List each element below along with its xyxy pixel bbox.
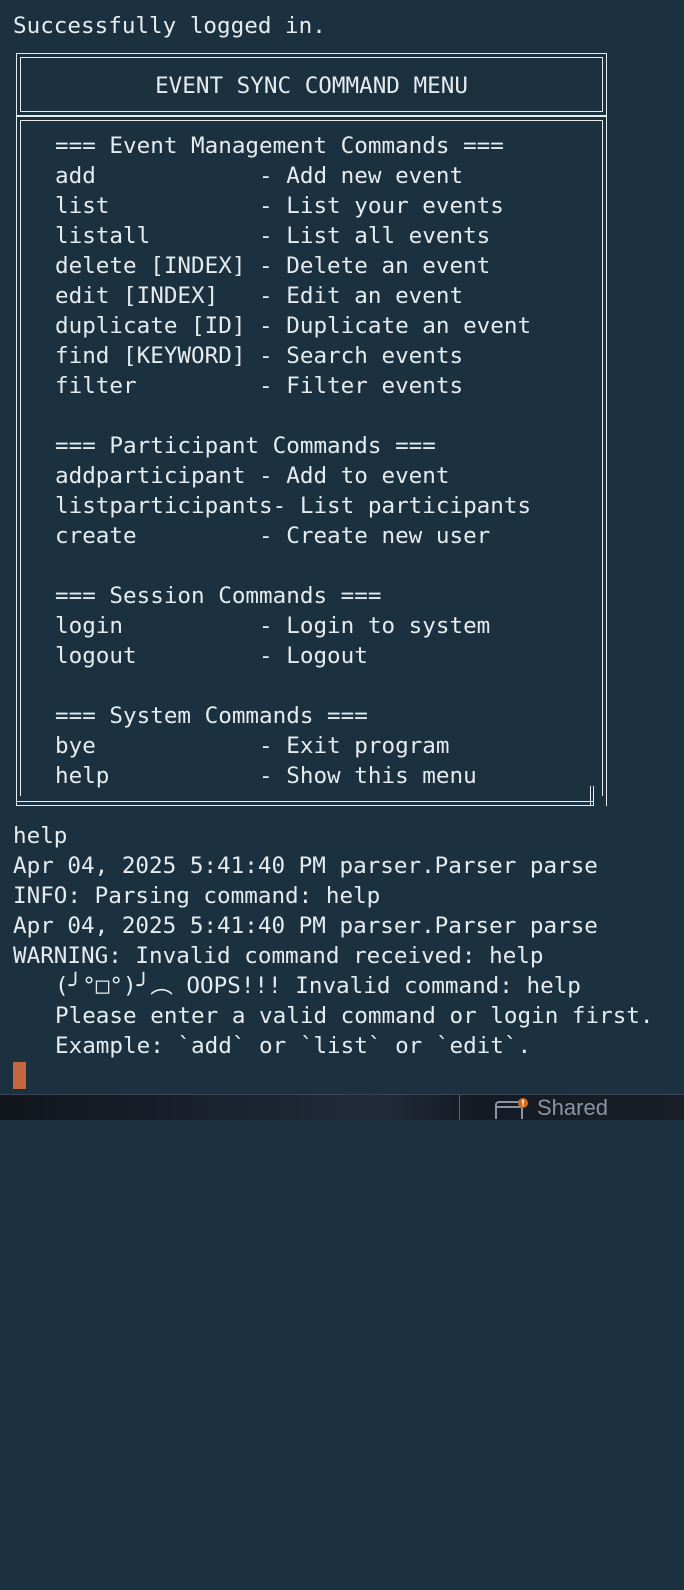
menu-item-duplicate: duplicate [ID] - Duplicate an event (55, 313, 532, 339)
menu-item-login: login - Login to system (55, 613, 491, 639)
section-heading-session: === Session Commands === (55, 583, 382, 609)
error-example-line: Example: `add` or `list` or `edit`. (55, 1033, 532, 1059)
log-timestamp-line: Apr 04, 2025 5:41:40 PM parser.Parser pa… (13, 853, 598, 879)
shared-label: Shared (537, 1095, 608, 1120)
menu-item-logout: logout - Logout (55, 643, 368, 669)
log-warning-line: WARNING: Invalid command received: help (13, 943, 544, 969)
menu-body-border-corner (590, 786, 594, 806)
menu-item-create: create - Create new user (55, 523, 491, 549)
login-status-text: Successfully logged in. (13, 13, 326, 39)
menu-item-listparticipants: listparticipants- List participants (55, 493, 532, 519)
log-timestamp-line: Apr 04, 2025 5:41:40 PM parser.Parser pa… (13, 913, 598, 939)
typed-command: help (13, 823, 68, 849)
section-heading-participant: === Participant Commands === (55, 433, 436, 459)
error-message-line: (╯°□°)╯︵ OOPS!!! Invalid command: help (55, 973, 581, 999)
menu-item-help: help - Show this menu (55, 763, 477, 789)
bottom-taskbar: Shared (0, 1094, 684, 1120)
menu-item-list: list - List your events (55, 193, 504, 219)
menu-body-border-bottom (16, 801, 594, 806)
error-hint-line: Please enter a valid command or login fi… (55, 1003, 654, 1029)
menu-item-edit: edit [INDEX] - Edit an event (55, 283, 464, 309)
menu-item-add: add - Add new event (55, 163, 464, 189)
terminal-window[interactable]: Successfully logged in. EVENT SYNC COMMA… (0, 0, 684, 1094)
menu-item-bye: bye - Exit program (55, 733, 450, 759)
section-heading-event-management: === Event Management Commands === (55, 133, 504, 159)
menu-item-filter: filter - Filter events (55, 373, 464, 399)
menu-item-listall: listall - List all events (55, 223, 491, 249)
taskbar-divider (459, 1095, 460, 1120)
section-heading-system: === System Commands === (55, 703, 368, 729)
shared-button[interactable]: Shared (494, 1095, 608, 1120)
terminal-cursor[interactable] (13, 1062, 26, 1089)
menu-item-find: find [KEYWORD] - Search events (55, 343, 464, 369)
shared-folder-icon (494, 1097, 528, 1120)
menu-item-delete: delete [INDEX] - Delete an event (55, 253, 491, 279)
menu-title: EVENT SYNC COMMAND MENU (155, 73, 468, 99)
menu-item-addparticipant: addparticipant - Add to event (55, 463, 450, 489)
log-info-line: INFO: Parsing command: help (13, 883, 381, 909)
